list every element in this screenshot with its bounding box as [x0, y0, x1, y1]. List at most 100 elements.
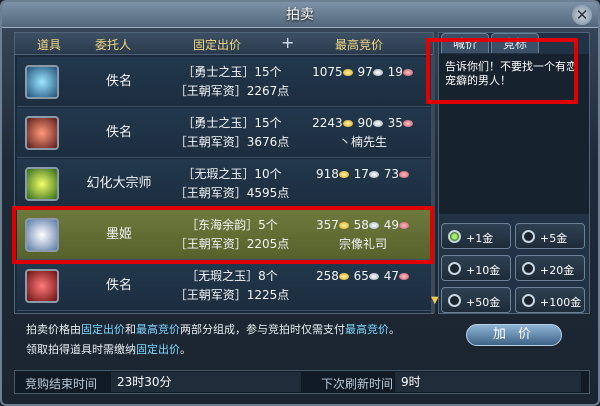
table-row[interactable]: 佚名 ［勇士之玉］15个 ［王朝军资］3676点 2243 90 35 丶楠先生: [17, 108, 431, 158]
gold-amount: 258: [315, 269, 339, 283]
fixed-price-line1: ［无瑕之玉］8个: [186, 269, 278, 283]
fixed-price-line2: ［王朝军资］1225点: [174, 288, 290, 302]
radio-icon: [522, 230, 535, 243]
table-row-selected[interactable]: 墨姬 ［东海余韵］5个 ［王朝军资］2205点 357 58 49 宗像礼司: [17, 210, 431, 260]
fixed-price-line2: ［王朝军资］4595点: [174, 186, 290, 200]
item-icon: [25, 218, 59, 252]
gold-amount: 2243: [312, 116, 343, 130]
seller-name: 佚名: [105, 74, 132, 89]
rules-line2: 领取拍得道具时需缴纳固定出价。: [26, 340, 436, 360]
highest-bid: 357 58 49 宗像礼司: [299, 216, 427, 254]
bidder-name: 宗像礼司: [338, 237, 387, 251]
highest-bid: 258 65 47: [299, 267, 427, 286]
radio-selected-icon: [448, 230, 461, 243]
rules-line1: 拍卖价格由固定出价和最高竞价两部分组成，参与竞拍时仅需支付最高竞价。: [26, 320, 436, 340]
silver-coin-icon: [368, 273, 379, 280]
bid-amount: 2243 90 35: [299, 114, 427, 133]
seller-name: 佚名: [105, 278, 132, 293]
fixed-price-line2: ［王朝军资］2205点: [174, 237, 290, 251]
rules-text: 。: [389, 323, 400, 336]
rules-highlight: 固定出价: [81, 323, 125, 336]
fixed-price-line1: ［无瑕之玉］10个: [182, 167, 282, 181]
copper-amount: 73: [383, 167, 400, 181]
rules-highlight: 最高竞价: [136, 323, 180, 336]
header-fixed-price: 固定出价: [193, 38, 242, 52]
table-header: 道具 委托人 固定出价 + 最高竞价: [15, 33, 433, 55]
copper-amount: 19: [387, 65, 403, 79]
auction-window: 拍卖 ✕ 道具 委托人 固定出价 + 最高竞价 佚名 ［勇士之玉］15个 ［王朝…: [0, 0, 600, 406]
item-icon: [25, 65, 59, 99]
silver-amount: 90: [357, 116, 373, 130]
window-title-bar: 拍卖: [2, 2, 598, 28]
table-row[interactable]: 幻化大宗师 ［无瑕之玉］10个 ［王朝军资］4595点 918 17 73: [17, 159, 431, 209]
header-item: 道具: [37, 38, 62, 52]
fixed-price-line2: ［王朝军资］2267点: [174, 84, 290, 98]
radio-icon: [522, 294, 535, 307]
highest-bid: 1075 97 19: [299, 63, 427, 82]
silver-coin-icon: [372, 69, 383, 76]
raise-bid-button[interactable]: 加 价: [466, 324, 562, 346]
option-plus20-gold[interactable]: +20金: [515, 255, 585, 281]
tab-bid[interactable]: 竞标: [491, 33, 539, 53]
header-plus-icon: +: [281, 33, 295, 52]
option-plus100-gold[interactable]: +100金: [515, 287, 585, 313]
gold-coin-icon: [342, 69, 353, 76]
tab-shout[interactable]: 喊价: [441, 33, 489, 53]
fixed-price-line1: ［勇士之玉］15个: [182, 65, 282, 79]
refresh-time-value: 9时: [395, 372, 581, 392]
rules-highlight: 固定出价: [136, 343, 180, 356]
option-plus5-gold[interactable]: +5金: [515, 223, 585, 249]
option-plus50-gold[interactable]: +50金: [441, 287, 511, 313]
copper-coin-icon: [399, 273, 410, 280]
gold-coin-icon: [338, 222, 349, 229]
rules-text: 和: [125, 323, 136, 336]
fixed-price-line1: ［东海余韵］5个: [186, 218, 278, 232]
silver-coin-icon: [368, 222, 379, 229]
bidder-name: 丶楠先生: [338, 135, 387, 149]
bid-panel: 喊价 竞标 告诉你们！不要找一个有恋宠癖的男人！ +1金 +5金 +10金 +2…: [438, 32, 590, 314]
copper-amount: 35: [387, 116, 403, 130]
bid-amount: 1075 97 19: [299, 63, 427, 82]
radio-icon: [448, 294, 461, 307]
timer-bar: 竞购结束时间 23时30分 下次刷新时间 9时: [14, 370, 590, 394]
option-label: +50金: [466, 296, 501, 309]
gold-coin-icon: [342, 120, 353, 127]
header-highest-bid: 最高竞价: [335, 38, 384, 52]
option-plus10-gold[interactable]: +10金: [441, 255, 511, 281]
auction-list: 道具 委托人 固定出价 + 最高竞价 佚名 ［勇士之玉］15个 ［王朝军资］22…: [14, 32, 439, 314]
table-row[interactable]: 佚名 ［勇士之玉］15个 ［王朝军资］2267点 1075 97 19: [17, 57, 431, 107]
fixed-price: ［勇士之玉］15个 ［王朝军资］2267点: [167, 63, 297, 101]
fixed-price: ［东海余韵］5个 ［王朝军资］2205点: [167, 216, 297, 254]
rules-highlight: 最高竞价: [345, 323, 389, 336]
silver-amount: 58: [353, 218, 369, 232]
fixed-price-line2: ［王朝军资］3676点: [174, 135, 290, 149]
seller-name: 佚名: [105, 125, 132, 140]
item-icon: [25, 269, 59, 303]
option-label: +5金: [540, 232, 568, 245]
highest-bid: 918 17 73: [299, 165, 427, 184]
window-title: 拍卖: [286, 7, 314, 23]
gold-coin-icon: [338, 273, 349, 280]
silver-amount: 65: [353, 269, 369, 283]
copper-amount: 47: [383, 269, 400, 283]
message-area: 告诉你们！不要找一个有恋宠癖的男人！: [439, 54, 589, 214]
list-scrollbar[interactable]: [431, 55, 435, 313]
fixed-price-line1: ［勇士之玉］15个: [182, 116, 282, 130]
copper-coin-icon: [399, 171, 410, 178]
option-label: +1金: [466, 232, 494, 245]
seller-name: 墨姬: [105, 227, 132, 242]
gold-amount: 918: [315, 167, 339, 181]
radio-icon: [448, 262, 461, 275]
close-icon[interactable]: ✕: [572, 5, 592, 25]
chat-message: 告诉你们！不要找一个有恋宠癖的男人！: [445, 60, 577, 87]
silver-amount: 97: [357, 65, 373, 79]
option-label: +100金: [540, 296, 582, 309]
copper-coin-icon: [402, 69, 413, 76]
table-row[interactable]: 佚名 ［无瑕之玉］8个 ［王朝军资］1225点 258 65 47: [17, 261, 431, 311]
seller-name: 幻化大宗师: [86, 176, 152, 191]
fixed-price: ［勇士之玉］15个 ［王朝军资］3676点: [167, 114, 297, 152]
copper-coin-icon: [399, 222, 410, 229]
fixed-price: ［无瑕之玉］8个 ［王朝军资］1225点: [167, 267, 297, 305]
option-plus1-gold[interactable]: +1金: [441, 223, 511, 249]
gold-amount: 357: [315, 218, 339, 232]
